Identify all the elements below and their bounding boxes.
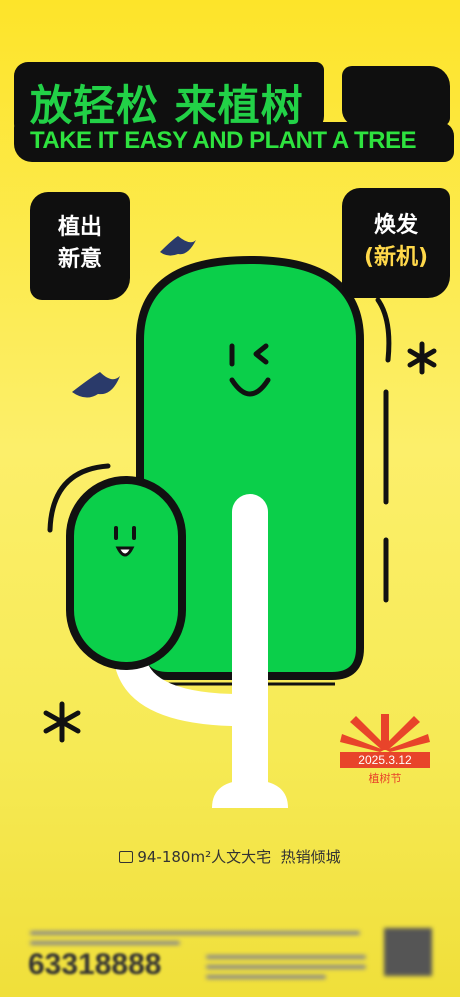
- footer-fine-print: [206, 955, 366, 959]
- qr-code: [384, 928, 432, 976]
- footer-fine-print: [206, 965, 366, 969]
- title-brush-bg-right: [342, 66, 450, 126]
- tagline: 94-180m²人文大宅 热销倾城: [0, 846, 460, 867]
- event-name: 植树节: [368, 772, 402, 785]
- tag-right-line1: 焕发: [373, 213, 418, 238]
- tagline-slogan: 热销倾城: [280, 848, 341, 866]
- tagline-area: 94-180m²人文大宅: [137, 848, 272, 866]
- footer-fine-print: [30, 941, 180, 945]
- tag-left: 植出 新意: [30, 192, 130, 300]
- tag-left-line1: 植出: [57, 215, 102, 240]
- event-date: 2025.3.12: [340, 752, 430, 768]
- document-icon: [119, 851, 134, 863]
- tag-right: 焕发 (新机): [342, 188, 450, 298]
- page-title: 放轻松 来植树: [30, 81, 304, 130]
- tag-right-line2: (新机): [363, 245, 429, 270]
- page-subtitle: TAKE IT EASY AND PLANT A TREE: [30, 127, 416, 154]
- poster: 放轻松 来植树 TAKE IT EASY AND PLANT A TREE 植出…: [0, 0, 460, 997]
- footer-fine-print: [30, 931, 360, 935]
- footer-fine-print: [206, 975, 326, 979]
- footer-phone: 63318888: [28, 948, 162, 981]
- tag-left-line2: 新意: [57, 247, 102, 272]
